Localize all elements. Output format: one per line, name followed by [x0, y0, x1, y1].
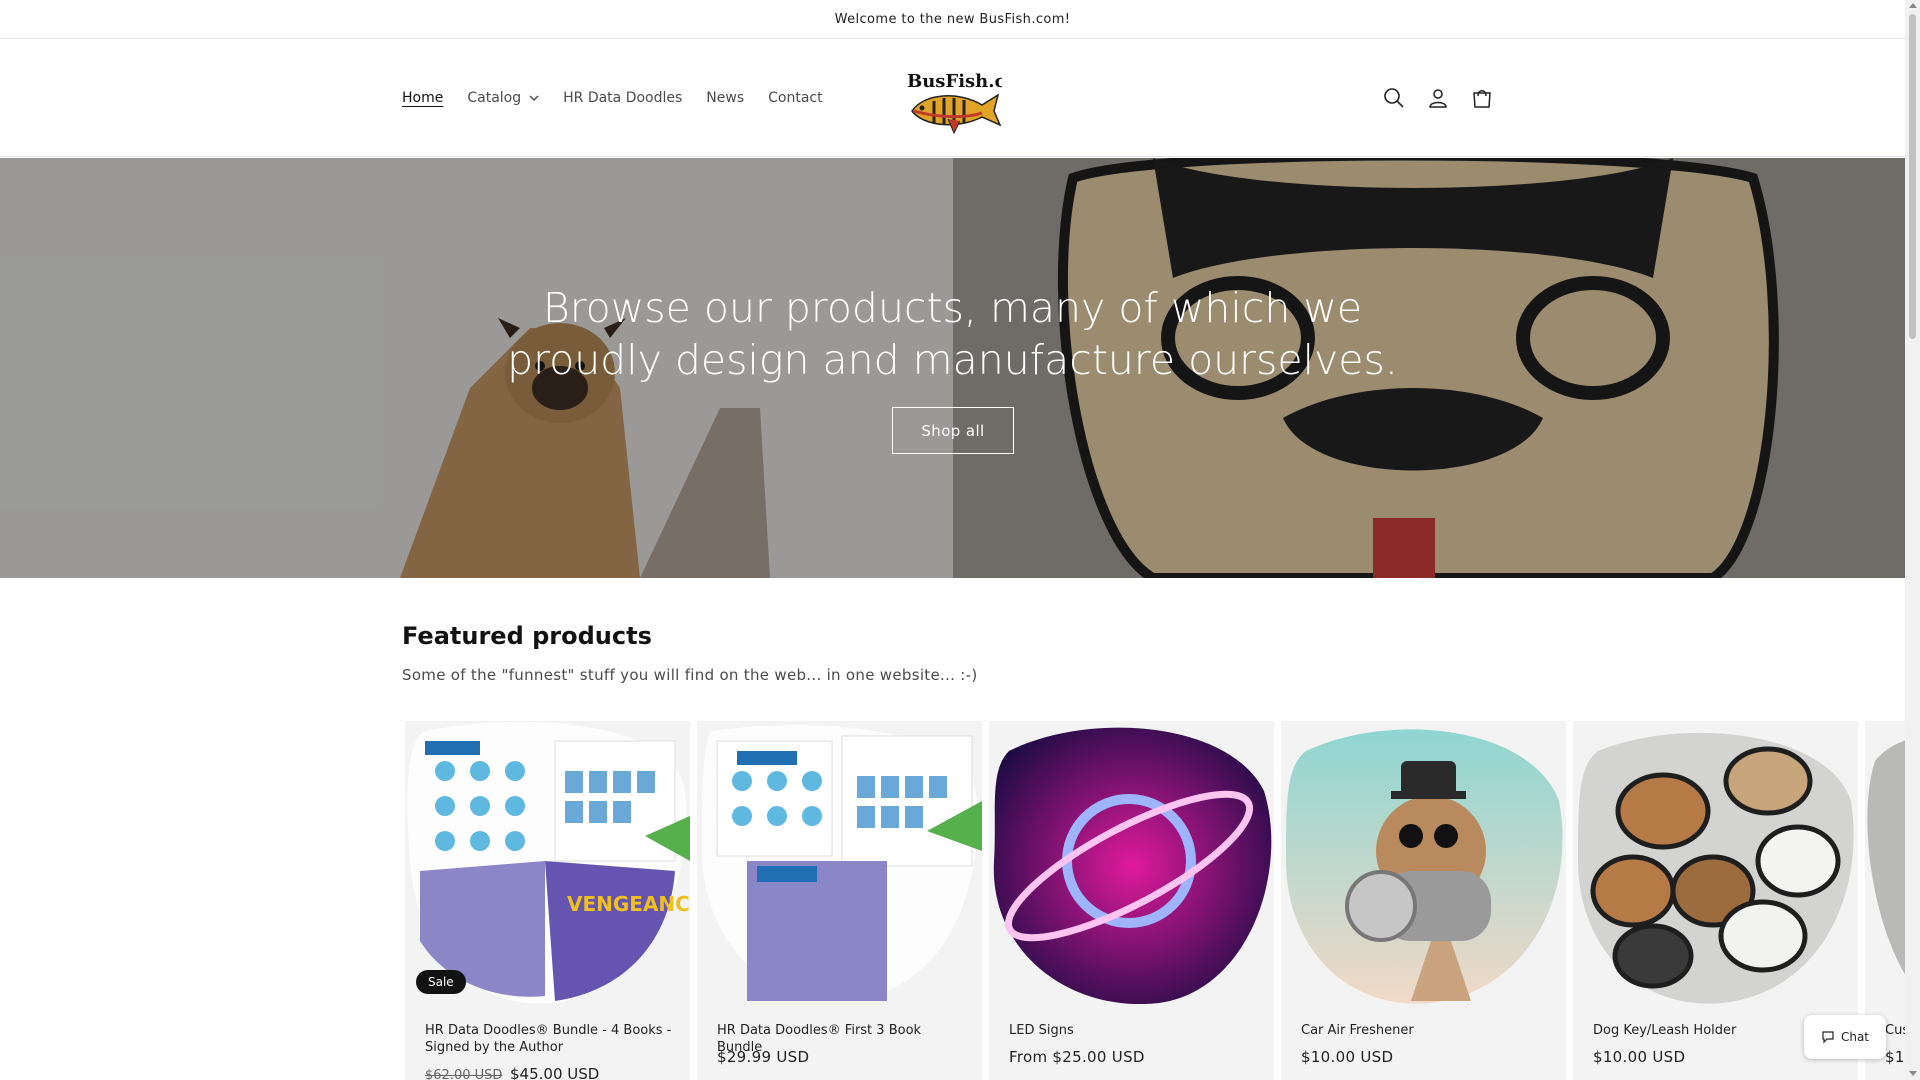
product-image-icon — [1867, 740, 1905, 975]
product-price: $10.00 USD — [1301, 1048, 1394, 1066]
main-nav: Home Catalog HR Data Doodles News Contac… — [402, 39, 847, 157]
cart-icon — [1473, 90, 1491, 108]
scroll-down-arrow-icon[interactable] — [1909, 1071, 1917, 1076]
product-price: $45.00 USD — [510, 1065, 600, 1080]
product-title[interactable]: Car Air Freshener — [1301, 1022, 1551, 1039]
chat-button[interactable]: Chat — [1804, 1015, 1886, 1059]
air-freshener-image-icon — [1286, 729, 1563, 1004]
search-button[interactable] — [1381, 85, 1407, 111]
chat-label: Chat — [1840, 1030, 1870, 1044]
chat-bubble-icon — [1822, 1031, 1834, 1044]
product-price-old: $62.00 USD — [425, 1068, 503, 1080]
featured-subtitle: Some of the "funnest" stuff you will fin… — [402, 666, 978, 684]
product-price: $29.99 USD — [717, 1048, 810, 1066]
scroll-up-arrow-icon[interactable] — [1909, 3, 1917, 8]
product-image — [697, 721, 982, 1006]
product-card[interactable]: LED Signs From $25.00 USD — [989, 721, 1274, 1080]
nav-catalog[interactable]: Catalog — [467, 90, 539, 106]
product-card[interactable]: Car Air Freshener $10.00 USD — [1281, 721, 1566, 1080]
shop-all-button[interactable]: Shop all — [892, 407, 1014, 454]
header-icons — [1381, 39, 1495, 157]
hero-title: Browse our products, many of which we pr… — [507, 284, 1398, 384]
announcement-bar: Welcome to the new BusFish.com! — [0, 0, 1905, 39]
nav-contact[interactable]: Contact — [768, 90, 822, 106]
product-title[interactable]: HR Data Doodles® Bundle - 4 Books - Sign… — [425, 1022, 675, 1056]
announcement-text: Welcome to the new BusFish.com! — [834, 11, 1071, 27]
featured-title: Featured products — [402, 622, 652, 650]
product-image — [989, 721, 1274, 1006]
product-image — [1573, 721, 1858, 1006]
search-icon — [1384, 88, 1404, 108]
nav-hr-data-doodles[interactable]: HR Data Doodles — [563, 90, 682, 106]
product-price: From $25.00 USD — [1009, 1048, 1145, 1066]
product-price: $10.00 USD — [1593, 1048, 1686, 1066]
book-bundle-image-icon — [702, 725, 982, 1002]
nav-home[interactable]: Home — [402, 90, 443, 106]
account-button[interactable] — [1425, 85, 1451, 111]
product-title[interactable]: Cus — [1885, 1022, 1905, 1039]
site-header: Home Catalog HR Data Doodles News Contac… — [0, 39, 1905, 157]
fish-logo-icon: BusFish.com — [907, 71, 1037, 135]
nav-catalog-label: Catalog — [467, 90, 522, 106]
product-carousel: VENGEANCE Sale HR Data Doodles® Bundle -… — [405, 721, 1905, 1080]
svg-text:BusFish.com: BusFish.com — [907, 71, 1002, 92]
product-image: VENGEANCE — [405, 721, 690, 1006]
svg-text:VENGEANCE: VENGEANCE — [567, 892, 690, 916]
book-bundle-image-icon: VENGEANCE — [407, 721, 690, 1004]
dog-holder-image-icon — [1578, 732, 1854, 1004]
product-card[interactable]: VENGEANCE Sale HR Data Doodles® Bundle -… — [405, 721, 690, 1080]
chevron-down-icon — [529, 95, 539, 101]
hero-banner: Browse our products, many of which we pr… — [0, 158, 1905, 578]
product-price: $15 — [1885, 1048, 1905, 1066]
page-scrollbar[interactable] — [1905, 0, 1920, 1080]
product-title[interactable]: LED Signs — [1009, 1022, 1259, 1039]
product-image — [1865, 721, 1905, 1006]
nav-news[interactable]: News — [706, 90, 744, 106]
cart-button[interactable] — [1469, 85, 1495, 111]
scroll-thumb[interactable] — [1909, 14, 1916, 339]
account-icon — [1429, 89, 1447, 108]
led-sign-image-icon — [993, 727, 1272, 1005]
product-image — [1281, 721, 1566, 1006]
product-card[interactable]: HR Data Doodles® First 3 Book Bundle $29… — [697, 721, 982, 1080]
sale-badge: Sale — [416, 970, 466, 994]
site-logo[interactable]: BusFish.com — [904, 63, 1037, 135]
